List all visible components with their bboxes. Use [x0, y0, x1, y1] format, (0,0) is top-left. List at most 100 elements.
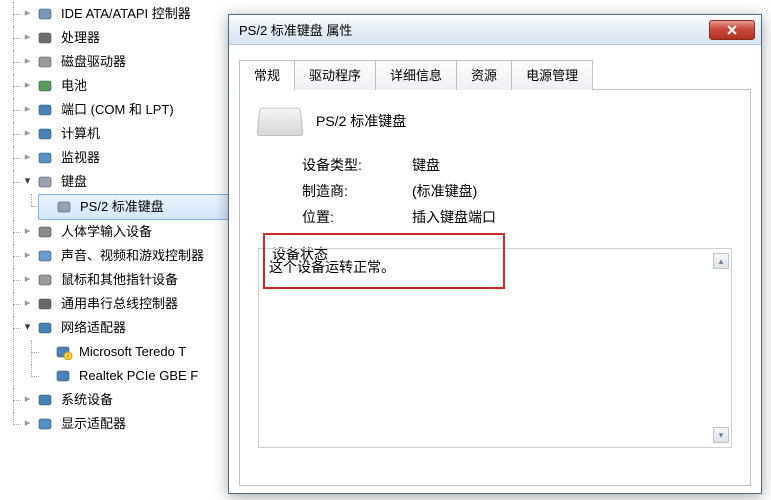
keyboard-icon	[256, 108, 303, 136]
tree-root: IDE ATA/ATAPI 控制器 处理器 磁盘驱动器 电池 端口 (COM 和	[6, 2, 230, 436]
hid-icon	[37, 224, 55, 240]
tab-1[interactable]: 驱动程序	[294, 60, 376, 90]
info-value: 键盘	[412, 152, 440, 178]
tree-expander-icon[interactable]	[22, 251, 33, 262]
keyboard-icon	[56, 199, 74, 215]
tree-item[interactable]: 人体学输入设备	[6, 220, 230, 244]
properties-dialog: PS/2 标准键盘 属性 常规驱动程序详细信息资源电源管理 PS/2 标准键盘 …	[228, 14, 762, 494]
info-value: 插入键盘端口	[412, 204, 496, 230]
chip-icon	[37, 6, 55, 22]
tree-expander-icon[interactable]	[22, 57, 33, 68]
tree-expander-icon[interactable]	[22, 395, 33, 406]
tree-expander-icon[interactable]	[22, 129, 33, 140]
tree-item[interactable]: IDE ATA/ATAPI 控制器	[6, 2, 230, 26]
tree-item[interactable]: 鼠标和其他指针设备	[6, 268, 230, 292]
tree-item-label: 显示适配器	[59, 412, 126, 436]
tree-expander-icon[interactable]	[22, 105, 33, 116]
device-tree[interactable]: IDE ATA/ATAPI 控制器 处理器 磁盘驱动器 电池 端口 (COM 和	[0, 0, 230, 436]
tree-expander-icon[interactable]	[22, 9, 33, 20]
tree-expander-icon[interactable]	[22, 419, 33, 430]
info-key: 设备类型:	[302, 152, 380, 178]
neterr-icon: !	[55, 344, 73, 360]
device-name: PS/2 标准键盘	[316, 111, 406, 131]
tree-item[interactable]: 显示适配器	[6, 412, 230, 436]
tree-item-label: 磁盘驱动器	[59, 50, 126, 74]
tree-item-label: IDE ATA/ATAPI 控制器	[59, 2, 191, 26]
tab-0[interactable]: 常规	[239, 60, 295, 90]
tab-strip: 常规驱动程序详细信息资源电源管理	[239, 59, 751, 90]
disk-icon	[37, 54, 55, 70]
tree-item[interactable]: 网络适配器	[6, 316, 230, 340]
tree-expander-icon[interactable]	[22, 299, 33, 310]
info-key: 制造商:	[302, 178, 380, 204]
tree-expander-icon[interactable]	[22, 227, 33, 238]
scroll-down-button[interactable]: ▾	[713, 427, 729, 443]
tree-item[interactable]: 电池	[6, 74, 230, 98]
tree-item[interactable]: 计算机	[6, 122, 230, 146]
port-icon	[37, 102, 55, 118]
close-button[interactable]	[709, 20, 755, 40]
info-row: 制造商: (标准键盘)	[302, 178, 732, 204]
tree-item[interactable]: ! Microsoft Teredo T	[24, 340, 230, 364]
tab-3[interactable]: 资源	[456, 60, 512, 90]
tree-item[interactable]: 键盘	[6, 170, 230, 194]
sound-icon	[37, 248, 55, 264]
tree-expander-icon[interactable]	[22, 81, 33, 92]
tree-expander-icon[interactable]	[22, 153, 33, 164]
tab-2[interactable]: 详细信息	[375, 60, 457, 90]
net-icon	[37, 320, 55, 336]
display-icon	[37, 416, 55, 432]
status-textbox[interactable]: 这个设备运转正常。 ▴ ▾	[258, 248, 732, 448]
tree-item[interactable]: 端口 (COM 和 LPT)	[6, 98, 230, 122]
tree-item-label: Microsoft Teredo T	[77, 340, 186, 364]
tree-expander-icon[interactable]	[22, 275, 33, 286]
status-scrollbar[interactable]: ▴ ▾	[713, 253, 729, 443]
tree-item-label: 系统设备	[59, 388, 113, 412]
info-key: 位置:	[302, 204, 380, 230]
system-icon	[37, 392, 55, 408]
tree-item-label: 人体学输入设备	[59, 220, 152, 244]
tree-item[interactable]: 监视器	[6, 146, 230, 170]
device-status-group: 设备状态 这个设备运转正常。 ▴ ▾	[258, 248, 732, 448]
mouse-icon	[37, 272, 55, 288]
tree-item-label: 监视器	[59, 146, 100, 170]
tree-item-label: 鼠标和其他指针设备	[59, 268, 178, 292]
scroll-up-button[interactable]: ▴	[713, 253, 729, 269]
monitor-icon	[37, 150, 55, 166]
info-row: 设备类型: 键盘	[302, 152, 732, 178]
tree-item[interactable]: 通用串行总线控制器	[6, 292, 230, 316]
battery-icon	[37, 78, 55, 94]
tab-4[interactable]: 电源管理	[511, 60, 593, 90]
close-icon	[726, 25, 738, 35]
tree-expander-icon[interactable]	[22, 177, 33, 188]
net-icon	[55, 368, 73, 384]
tree-item-label: PS/2 标准键盘	[78, 195, 164, 219]
dialog-titlebar[interactable]: PS/2 标准键盘 属性	[229, 15, 761, 45]
status-text: 这个设备运转正常。	[269, 259, 395, 275]
dialog-body: 常规驱动程序详细信息资源电源管理 PS/2 标准键盘 设备类型: 键盘 制造商:…	[239, 59, 751, 483]
device-info: 设备类型: 键盘 制造商: (标准键盘) 位置: 插入键盘端口	[302, 152, 732, 230]
keyboard-icon	[37, 174, 55, 190]
info-row: 位置: 插入键盘端口	[302, 204, 732, 230]
tree-item[interactable]: 处理器	[6, 26, 230, 50]
tree-item-label: 键盘	[59, 170, 87, 194]
tree-item-label: 计算机	[59, 122, 100, 146]
cpu-icon	[37, 30, 55, 46]
tree-expander-icon[interactable]	[22, 33, 33, 44]
tree-item-label: 端口 (COM 和 LPT)	[59, 98, 174, 122]
computer-icon	[37, 126, 55, 142]
tree-item-label: 通用串行总线控制器	[59, 292, 178, 316]
tree-item-label: 网络适配器	[59, 316, 126, 340]
tree-item-label: Realtek PCIe GBE F	[77, 364, 198, 388]
tree-item-label: 电池	[59, 74, 87, 98]
tree-item-label: 声音、视频和游戏控制器	[59, 244, 204, 268]
info-value: (标准键盘)	[412, 178, 477, 204]
tree-item[interactable]: Realtek PCIe GBE F	[24, 364, 230, 388]
tree-item[interactable]: 磁盘驱动器	[6, 50, 230, 74]
tree-item[interactable]: 系统设备	[6, 388, 230, 412]
tree-item[interactable]: 声音、视频和游戏控制器	[6, 244, 230, 268]
tree-expander-icon[interactable]	[22, 323, 33, 334]
usb-icon	[37, 296, 55, 312]
tree-item[interactable]: PS/2 标准键盘	[38, 194, 230, 220]
tree-item-label: 处理器	[59, 26, 100, 50]
